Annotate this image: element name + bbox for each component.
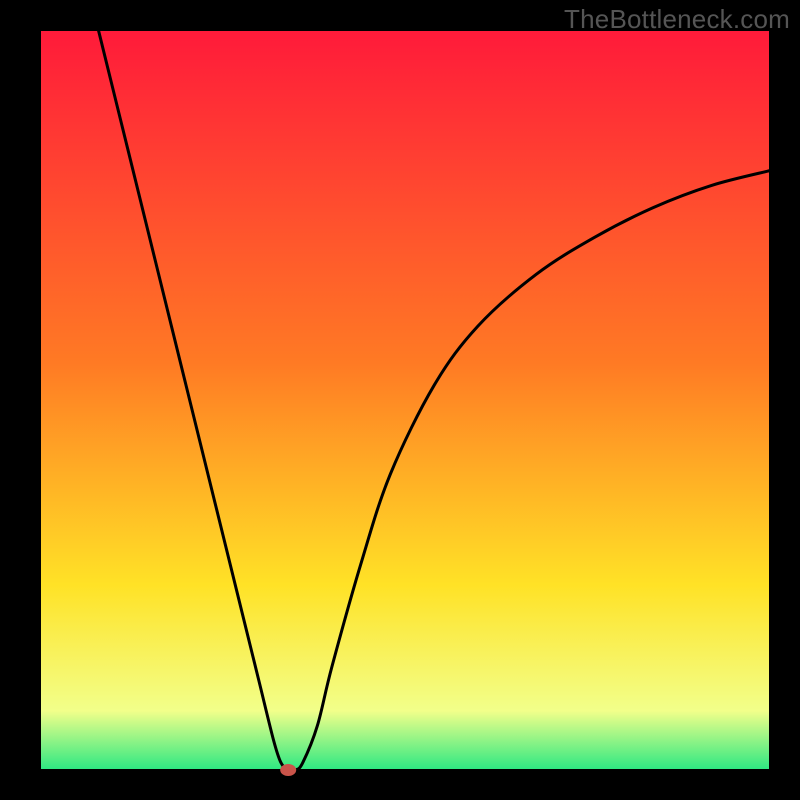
minimum-marker xyxy=(280,764,296,776)
bottleneck-plot xyxy=(0,0,800,800)
plot-background xyxy=(40,30,770,770)
chart-container: TheBottleneck.com xyxy=(0,0,800,800)
watermark-text: TheBottleneck.com xyxy=(564,4,790,35)
